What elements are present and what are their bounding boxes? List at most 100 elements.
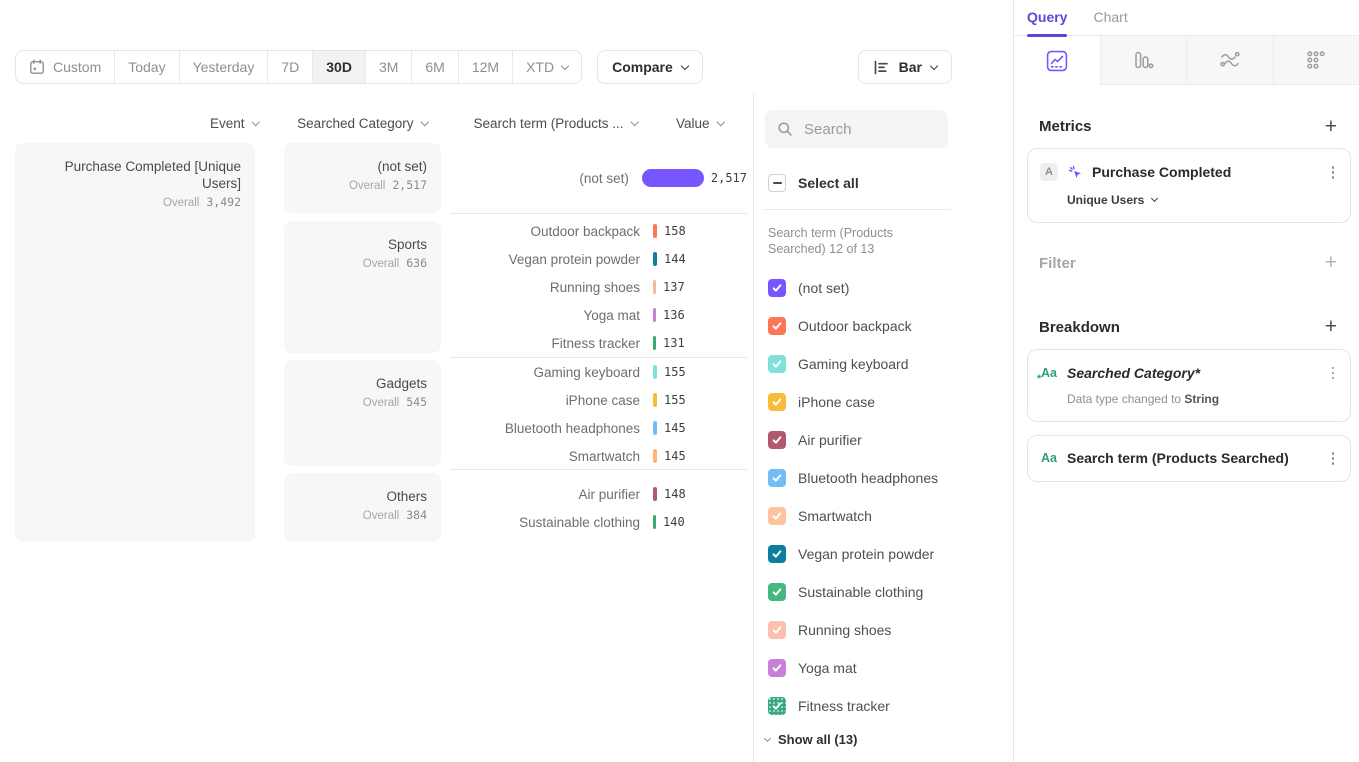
checkbox-icon[interactable]	[768, 317, 786, 335]
table-row[interactable]: Bluetooth headphones 145	[450, 414, 747, 442]
aggregation-selector[interactable]: Unique Users	[1067, 193, 1338, 207]
legend-item[interactable]: Outdoor backpack	[765, 307, 1013, 345]
search-input[interactable]	[802, 120, 932, 139]
legend-item[interactable]: Running shoes	[765, 611, 1013, 649]
date-range-7d[interactable]: 7D	[268, 51, 313, 83]
show-all-toggle[interactable]: Show all (13)	[765, 732, 1013, 747]
checkbox-icon[interactable]	[768, 393, 786, 411]
legend-item[interactable]: Yoga mat	[765, 649, 1013, 687]
value: 145	[664, 449, 686, 463]
chart-type-selector[interactable]: Bar	[858, 50, 952, 84]
value-bar[interactable]	[653, 308, 656, 322]
table-row[interactable]: Yoga mat 136	[450, 301, 747, 329]
table-row[interactable]: Outdoor backpack 158	[450, 217, 747, 245]
chevron-down-icon	[630, 118, 638, 126]
value-bar[interactable]	[653, 393, 657, 407]
tab-query[interactable]: Query	[1027, 9, 1067, 35]
report-tab-funnels[interactable]	[1100, 36, 1187, 85]
checkbox-icon[interactable]	[768, 279, 786, 297]
table-row[interactable]: Fitness tracker 131	[450, 329, 747, 357]
chevron-down-icon	[561, 61, 569, 69]
value-bar[interactable]	[653, 487, 657, 501]
table-row[interactable]: (not set) 2,517	[450, 164, 747, 192]
category-cell[interactable]: Sports Overall636	[284, 221, 441, 353]
breakdown-menu-button[interactable]	[1328, 363, 1339, 384]
value-bar[interactable]	[653, 421, 657, 435]
date-range-xtd[interactable]: XTD	[513, 51, 581, 83]
legend-item[interactable]: Fitness tracker	[765, 687, 1013, 725]
value-bar[interactable]	[653, 365, 657, 379]
event-cell[interactable]: Purchase Completed [Unique Users] Overal…	[15, 143, 255, 542]
date-range-12m[interactable]: 12M	[459, 51, 513, 83]
legend-item[interactable]: Air purifier	[765, 421, 1013, 459]
tab-chart[interactable]: Chart	[1093, 9, 1127, 35]
category-cell[interactable]: Gadgets Overall545	[284, 360, 441, 466]
add-breakdown-button[interactable]: +	[1325, 319, 1337, 335]
value-bar[interactable]	[653, 252, 657, 266]
table-row[interactable]: Vegan protein powder 144	[450, 245, 747, 273]
legend-item[interactable]: (not set)	[765, 269, 1013, 307]
value: 137	[663, 280, 685, 294]
select-all[interactable]: Select all	[768, 174, 1013, 192]
checkbox-icon[interactable]	[768, 507, 786, 525]
date-range-6m[interactable]: 6M	[412, 51, 458, 83]
value-bar[interactable]	[653, 515, 656, 529]
chevron-down-icon	[1151, 194, 1158, 201]
checkbox-icon[interactable]	[768, 621, 786, 639]
legend-item[interactable]: Gaming keyboard	[765, 345, 1013, 383]
add-metric-button[interactable]: +	[1325, 119, 1337, 135]
date-range-30d[interactable]: 30D	[313, 51, 366, 83]
checkbox-icon[interactable]	[768, 469, 786, 487]
table-row[interactable]: Running shoes 137	[450, 273, 747, 301]
compare-button[interactable]: Compare	[597, 50, 703, 84]
value-bar[interactable]	[653, 224, 657, 238]
search-box[interactable]	[765, 110, 948, 148]
checkbox-icon[interactable]	[768, 545, 786, 563]
date-range-3m[interactable]: 3M	[366, 51, 412, 83]
legend-item[interactable]: Sustainable clothing	[765, 573, 1013, 611]
report-type-tabs	[1014, 36, 1359, 85]
checkbox-icon[interactable]	[768, 355, 786, 373]
value: 144	[664, 252, 686, 266]
column-header-search-term[interactable]: Search term (Products ...	[450, 116, 637, 131]
table-row[interactable]: Sustainable clothing 140	[450, 508, 747, 536]
checkbox-icon[interactable]	[768, 583, 786, 601]
breakdown-menu-button[interactable]	[1328, 448, 1339, 469]
table-row[interactable]: Smartwatch 145	[450, 442, 747, 470]
chevron-down-icon	[251, 118, 259, 126]
value-bar[interactable]	[642, 169, 704, 187]
breakdown-card[interactable]: Aa Searched Category* Data type changed …	[1027, 349, 1351, 423]
category-name: (not set)	[296, 158, 427, 175]
legend-item[interactable]: Bluetooth headphones	[765, 459, 1013, 497]
date-range-today[interactable]: Today	[115, 51, 179, 83]
add-filter-button[interactable]: +	[1325, 255, 1337, 271]
column-header-event[interactable]: Event	[15, 116, 258, 131]
date-range-custom[interactable]: Custom	[16, 51, 115, 83]
column-header-value[interactable]: Value	[657, 116, 723, 131]
chevron-down-icon	[681, 61, 689, 69]
table-row[interactable]: Air purifier 148	[450, 480, 747, 508]
legend-item[interactable]: Smartwatch	[765, 497, 1013, 535]
category-cell[interactable]: Others Overall384	[284, 473, 441, 542]
value-bar[interactable]	[653, 280, 656, 294]
retention-icon	[1219, 49, 1241, 71]
value-bar[interactable]	[653, 336, 656, 350]
metric-card[interactable]: A Purchase Completed Unique Users	[1027, 148, 1351, 223]
metric-menu-button[interactable]	[1328, 162, 1339, 183]
date-range-yesterday[interactable]: Yesterday	[180, 51, 269, 83]
checkbox-icon[interactable]	[768, 431, 786, 449]
legend-item[interactable]: iPhone case	[765, 383, 1013, 421]
category-cell[interactable]: (not set) Overall2,517	[284, 143, 441, 213]
legend-item[interactable]: Vegan protein powder	[765, 535, 1013, 573]
breakdown-card[interactable]: Aa Search term (Products Searched)	[1027, 435, 1351, 482]
checkbox-icon[interactable]	[768, 659, 786, 677]
indeterminate-checkbox-icon[interactable]	[768, 174, 786, 192]
value-bar[interactable]	[653, 449, 657, 463]
column-header-searched-category[interactable]: Searched Category	[284, 116, 427, 131]
checkbox-icon[interactable]	[768, 697, 786, 715]
report-tab-retention[interactable]	[1186, 36, 1273, 85]
table-row[interactable]: iPhone case 155	[450, 386, 747, 414]
report-tab-insights[interactable]	[1014, 36, 1100, 85]
table-row[interactable]: Gaming keyboard 155	[450, 358, 747, 386]
report-tab-flows[interactable]	[1273, 36, 1359, 85]
